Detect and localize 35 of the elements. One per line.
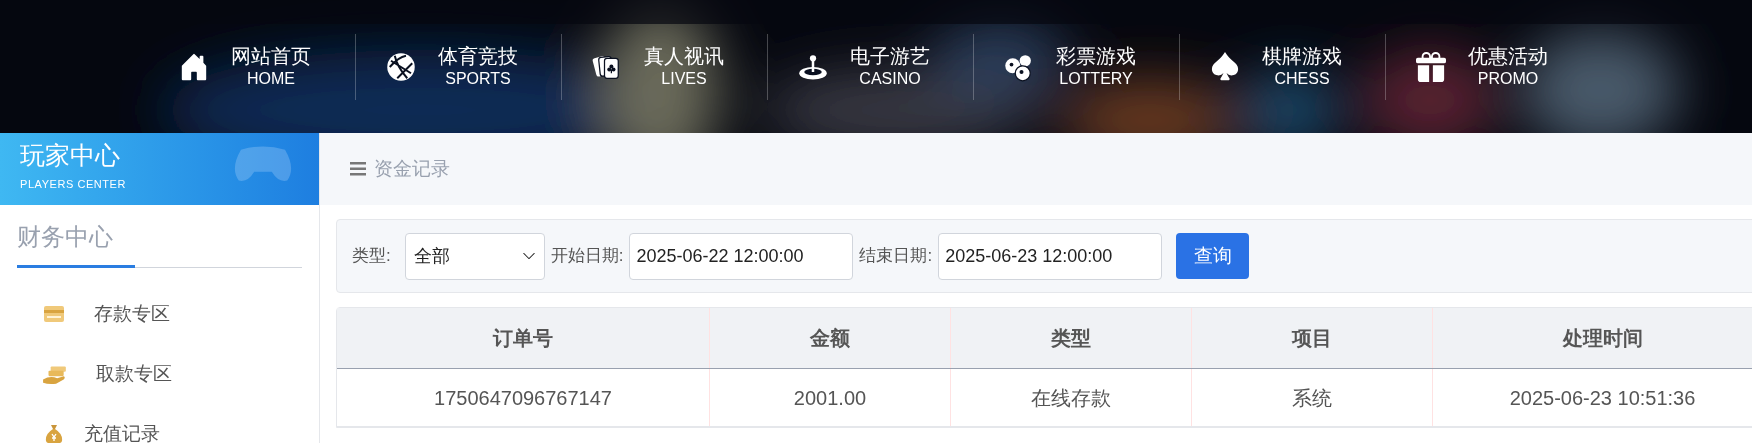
nav-link[interactable]: 棋牌游戏 CHESS (1180, 44, 1342, 89)
table-cell: 2025-06-23 10:51:36 (1432, 369, 1752, 426)
nav-link[interactable]: 彩票游戏 LOTTERY (974, 44, 1136, 89)
end-date-label: 结束日期: (859, 245, 933, 268)
end-date-field[interactable]: 2025-06-23 12:00:00 (938, 232, 1163, 280)
column-header: 订单号 (491, 326, 554, 351)
column-header: 类型 (950, 308, 1191, 368)
nav-link[interactable]: 真人视讯 LIVES (562, 44, 724, 89)
nav-link[interactable]: 体育竞技 SPORTS (356, 44, 518, 89)
gift-icon (1416, 51, 1446, 82)
column-header: 金额 (709, 308, 950, 368)
nav-link[interactable]: 电子游艺 CASINO (768, 44, 930, 89)
table-cell: 系统 (1191, 369, 1432, 426)
sidebar-item[interactable]: 取款专区 (0, 344, 319, 404)
nav-link[interactable]: 网站首页 HOME (149, 44, 311, 89)
table-cell-text: 1750647096767147 (433, 385, 613, 411)
sidebar-title: 玩家中心 (20, 143, 120, 168)
type-select[interactable]: 全部 (404, 232, 545, 280)
home-icon (179, 51, 209, 82)
menu-icon (350, 162, 366, 176)
spade-icon (1210, 51, 1240, 82)
search-button[interactable]: 查询 (1176, 233, 1250, 279)
start-date-label: 开始日期: (550, 245, 624, 268)
table-cell: 2001.00 (709, 369, 950, 426)
type-label: 类型: (352, 245, 391, 268)
start-date-field[interactable]: 2025-06-22 12:00:00 (629, 232, 854, 280)
sidebar-subtitle: PLAYERS CENTER (20, 177, 126, 192)
nav-link[interactable]: 优惠活动 PROMO (1386, 44, 1548, 89)
column-header: 处理时间 (1432, 308, 1752, 368)
ball-icon (386, 51, 416, 82)
table-cell: 在线存款 (950, 369, 1191, 426)
sidebar-item[interactable]: 充值记录 (0, 404, 319, 443)
sidebar-item[interactable]: 存款专区 (0, 284, 319, 344)
breadcrumb-text: 资金记录 (374, 156, 450, 181)
column-header: 项目 (1191, 308, 1432, 368)
